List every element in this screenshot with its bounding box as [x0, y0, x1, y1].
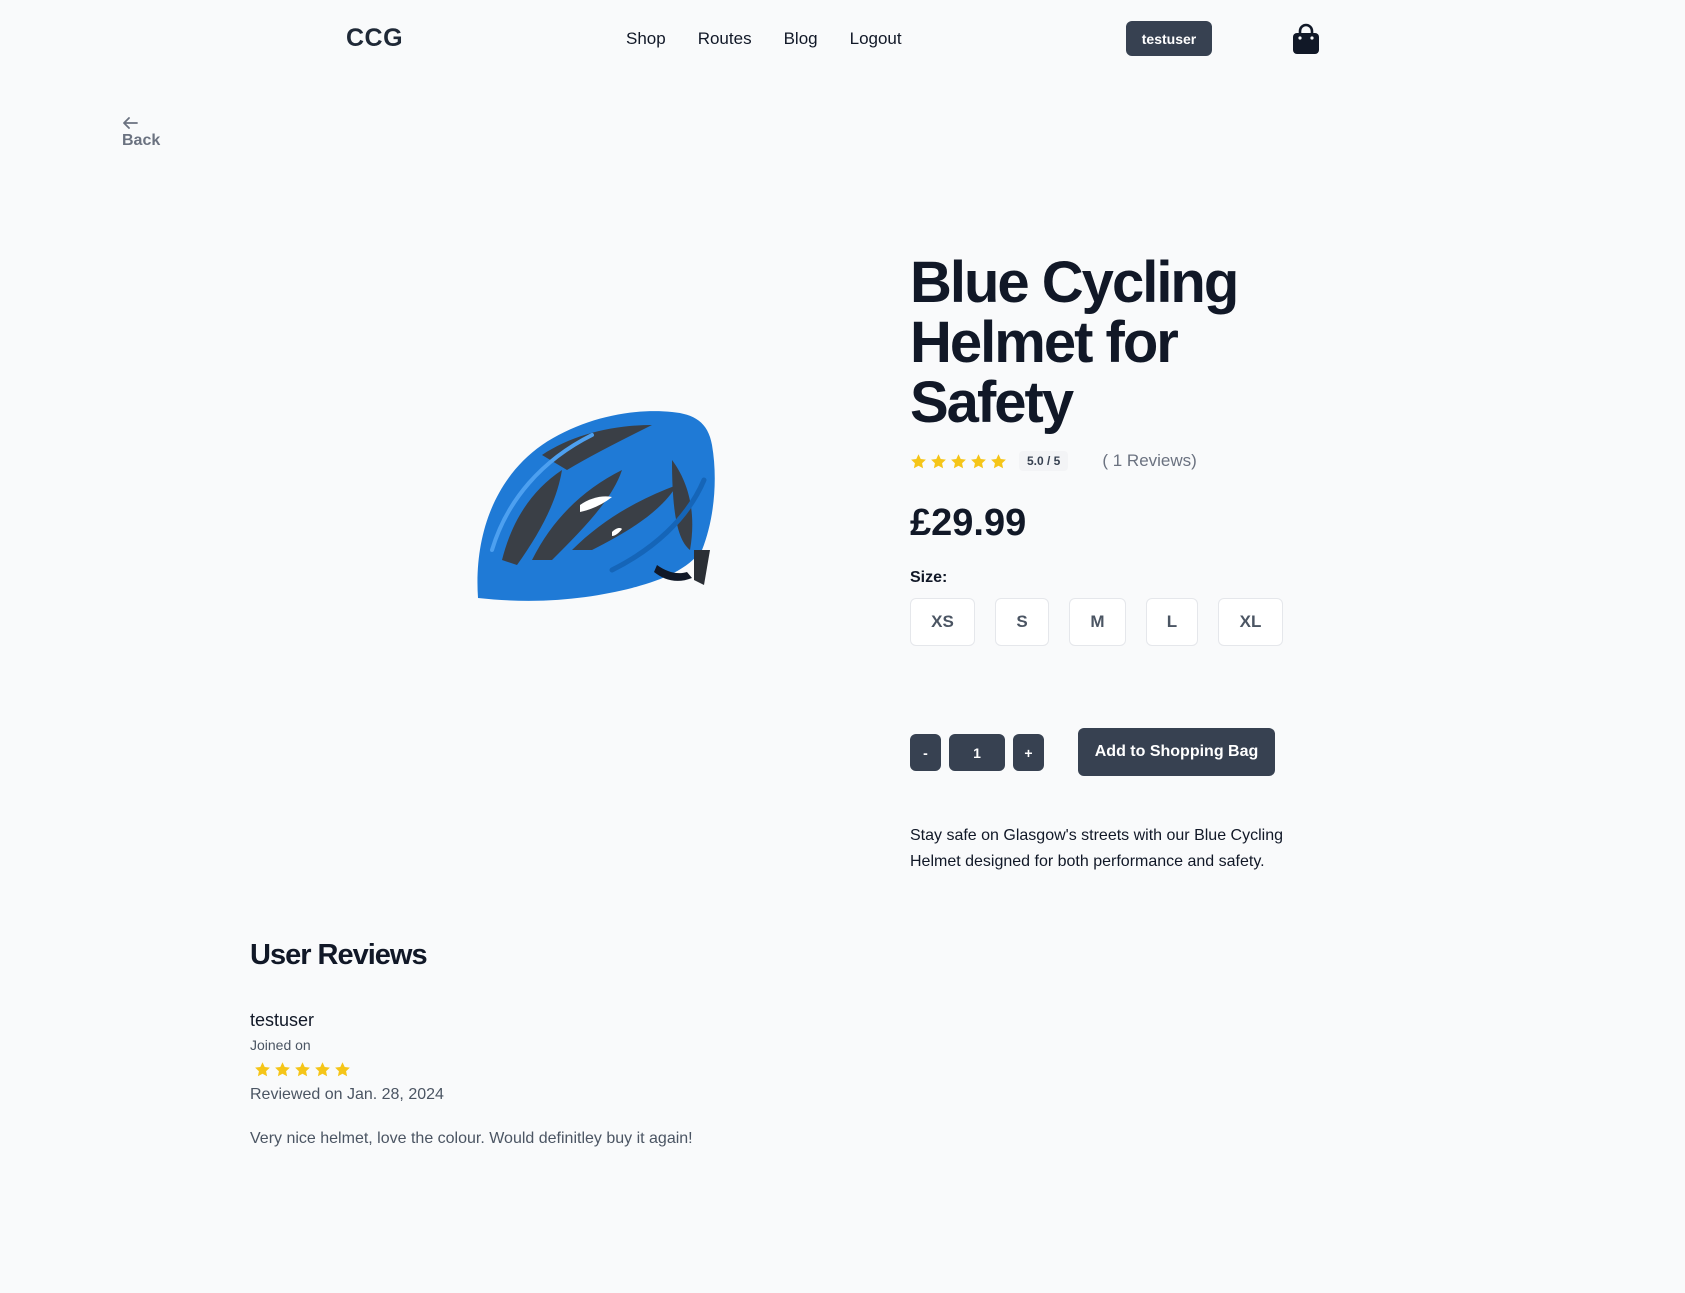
quantity-decrease-button[interactable]: -: [910, 734, 941, 771]
star-icon: [255, 1062, 270, 1077]
shopping-bag-icon[interactable]: [1292, 23, 1320, 55]
product-rating: 5.0 / 5 ( 1 Reviews): [910, 451, 1197, 471]
site-logo[interactable]: CCG: [346, 24, 403, 53]
review-text: Very nice helmet, love the colour. Would…: [250, 1130, 693, 1147]
rating-stars: [910, 453, 1007, 470]
quantity-input[interactable]: [949, 734, 1005, 771]
product-description: Stay safe on Glasgow's streets with our …: [910, 827, 1283, 870]
size-option-s[interactable]: S: [995, 598, 1049, 646]
back-link[interactable]: Back: [122, 116, 160, 150]
size-label: Size:: [910, 569, 948, 586]
add-to-bag-button[interactable]: Add to Shopping Bag: [1078, 728, 1275, 776]
quantity-increase-button[interactable]: +: [1013, 734, 1044, 771]
product-price: £29.99: [910, 502, 1027, 544]
star-icon: [295, 1062, 310, 1077]
back-label: Back: [122, 132, 161, 149]
star-icon: [991, 453, 1006, 468]
star-icon: [911, 453, 926, 468]
size-option-xl[interactable]: XL: [1218, 598, 1283, 646]
review-username: testuser: [250, 1010, 315, 1030]
review-stars: [254, 1061, 351, 1078]
star-icon: [275, 1062, 290, 1077]
nav-routes[interactable]: Routes: [698, 29, 752, 49]
nav-shop[interactable]: Shop: [626, 29, 666, 49]
rating-badge: 5.0 / 5: [1019, 451, 1069, 471]
review-joined: Joined on: [250, 1037, 311, 1053]
size-options: XS S M L XL: [910, 598, 1283, 646]
product-image: [472, 400, 722, 610]
star-icon: [315, 1062, 330, 1077]
product-title: Blue Cycling Helmet for Safety: [910, 250, 1239, 435]
size-option-m[interactable]: M: [1069, 598, 1126, 646]
size-option-l[interactable]: L: [1146, 598, 1198, 646]
nav-blog[interactable]: Blog: [784, 29, 818, 49]
user-button[interactable]: testuser: [1126, 21, 1212, 56]
star-icon: [931, 453, 946, 468]
reviews-count[interactable]: ( 1 Reviews): [1102, 451, 1196, 471]
review-date: Reviewed on Jan. 28, 2024: [250, 1086, 444, 1103]
star-icon: [335, 1062, 350, 1077]
size-option-xs[interactable]: XS: [910, 598, 975, 646]
arrow-left-icon: [123, 117, 138, 129]
star-icon: [971, 453, 986, 468]
main-nav: Shop Routes Blog Logout: [626, 29, 902, 49]
star-icon: [951, 453, 966, 468]
reviews-heading: User Reviews: [250, 939, 428, 971]
nav-logout[interactable]: Logout: [850, 29, 902, 49]
